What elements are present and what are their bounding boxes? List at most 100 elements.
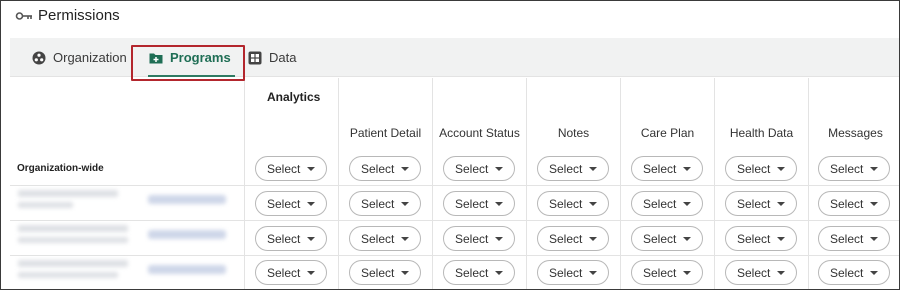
permission-select-account-status[interactable]: Select [443,226,515,251]
permission-select-notes[interactable]: Select [537,260,609,285]
permission-select-health-data[interactable]: Select [725,156,797,181]
redacted-text [18,237,128,243]
chevron-down-icon [495,271,503,275]
chevron-down-icon [401,167,409,171]
permission-select-care-plan[interactable]: Select [631,191,703,216]
chevron-down-icon [683,202,691,206]
permission-select-account-status[interactable]: Select [443,191,515,216]
tab-organization-label: Organization [53,50,127,65]
select-label: Select [549,196,583,211]
chevron-down-icon [777,167,785,171]
select-label: Select [549,265,583,280]
chevron-down-icon [307,167,315,171]
permission-select-analytics[interactable]: Select [255,260,327,285]
select-label: Select [455,161,489,176]
row-divider [10,255,899,256]
column-header-messages: Messages [828,126,883,140]
chevron-down-icon [870,271,878,275]
permission-select-notes[interactable]: Select [537,191,609,216]
chevron-down-icon [401,237,409,241]
select-label: Select [267,265,301,280]
column-group-analytics: Analytics [267,90,321,104]
select-label: Select [643,231,677,246]
permission-select-messages[interactable]: Select [818,260,890,285]
chevron-down-icon [589,237,597,241]
permission-select-patient-detail[interactable]: Select [349,226,421,251]
select-label: Select [361,231,395,246]
grid-icon [248,51,262,65]
select-label: Select [643,265,677,280]
row-divider [10,220,899,221]
permission-select-messages[interactable]: Select [818,156,890,181]
chevron-down-icon [683,237,691,241]
permission-select-health-data[interactable]: Select [725,191,797,216]
select-label: Select [267,161,301,176]
chevron-down-icon [777,202,785,206]
select-label: Select [737,231,771,246]
permission-select-analytics[interactable]: Select [255,226,327,251]
chevron-down-icon [589,202,597,206]
permission-select-patient-detail[interactable]: Select [349,156,421,181]
tab-data[interactable]: Data [248,38,296,77]
column-divider [338,78,339,289]
select-label: Select [267,231,301,246]
chevron-down-icon [683,167,691,171]
select-label: Select [830,196,864,211]
chevron-down-icon [495,202,503,206]
chevron-down-icon [683,271,691,275]
column-divider [526,78,527,289]
chevron-down-icon [307,237,315,241]
permission-select-analytics[interactable]: Select [255,156,327,181]
select-label: Select [830,231,864,246]
permissions-table: Analytics Patient Detail Account Status … [10,78,899,289]
column-header-health-data: Health Data [729,126,794,140]
permission-select-messages[interactable]: Select [818,226,890,251]
permission-select-account-status[interactable]: Select [443,156,515,181]
permission-select-messages[interactable]: Select [818,191,890,216]
select-label: Select [361,265,395,280]
select-label: Select [830,265,864,280]
permission-select-account-status[interactable]: Select [443,260,515,285]
select-label: Select [267,196,301,211]
column-header-patient-detail: Patient Detail [349,126,422,140]
organization-icon [32,51,46,65]
key-icon [15,9,33,21]
select-label: Select [643,161,677,176]
select-label: Select [549,161,583,176]
permission-select-health-data[interactable]: Select [725,226,797,251]
permission-select-analytics[interactable]: Select [255,191,327,216]
column-divider [244,78,245,289]
permission-select-patient-detail[interactable]: Select [349,260,421,285]
permission-select-health-data[interactable]: Select [725,260,797,285]
permission-select-notes[interactable]: Select [537,226,609,251]
permission-select-care-plan[interactable]: Select [631,156,703,181]
tab-organization[interactable]: Organization [32,38,127,77]
select-label: Select [737,265,771,280]
select-label: Select [361,196,395,211]
redacted-text [18,272,118,278]
programs-tab-highlight-box [131,45,245,81]
redacted-badge [148,230,226,239]
permission-select-care-plan[interactable]: Select [631,226,703,251]
row-divider [10,185,899,186]
chevron-down-icon [495,167,503,171]
column-divider [808,78,809,289]
redacted-text [18,260,128,267]
column-divider [432,78,433,289]
permission-select-care-plan[interactable]: Select [631,260,703,285]
select-label: Select [549,231,583,246]
permission-select-patient-detail[interactable]: Select [349,191,421,216]
redacted-text [18,190,118,197]
chevron-down-icon [401,271,409,275]
chevron-down-icon [589,271,597,275]
page-title: Permissions [38,6,120,24]
tab-data-label: Data [269,50,297,65]
column-header-care-plan: Care Plan [640,126,695,140]
column-divider [620,78,621,289]
column-header-account-status: Account Status [439,126,520,140]
page-header: Permissions [15,6,120,24]
permission-select-notes[interactable]: Select [537,156,609,181]
column-divider [714,78,715,289]
column-header-notes: Notes [557,126,590,140]
redacted-badge [148,195,226,204]
